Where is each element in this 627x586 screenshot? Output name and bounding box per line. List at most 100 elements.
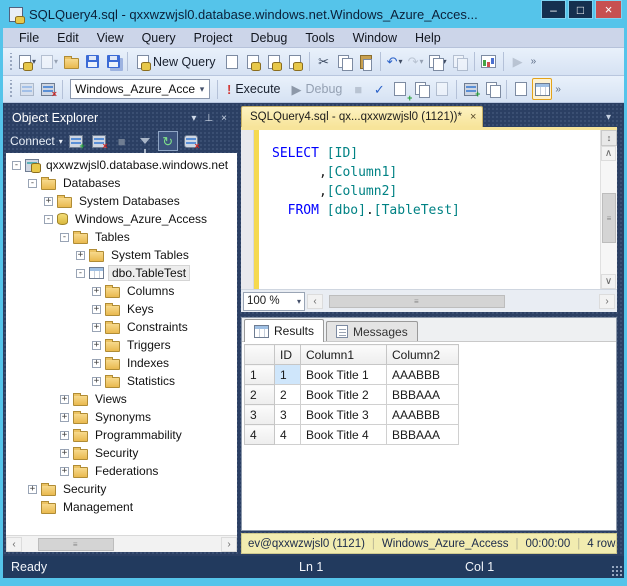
tree-item-label[interactable]: Triggers	[124, 338, 174, 352]
scroll-left-icon[interactable]: ‹	[6, 537, 22, 552]
zoom-combo[interactable]: 100 % ▾	[243, 292, 305, 311]
grid-cell[interactable]: Book Title 3	[301, 405, 387, 425]
grid-cell[interactable]: 1	[275, 365, 301, 385]
new-item-dropdown-button[interactable]: ▾	[39, 51, 60, 73]
tree-item-keys[interactable]: +Keys	[8, 300, 237, 318]
navigate-forward-button[interactable]	[450, 51, 470, 73]
query-options-button[interactable]	[411, 78, 431, 100]
tree-item-statistics[interactable]: +Statistics	[8, 372, 237, 390]
tree-item-databases[interactable]: -Databases	[8, 174, 237, 192]
tree-item-label[interactable]: qxxwzwjsl0.database.windows.net	[43, 158, 231, 172]
tree-item-label[interactable]: System Tables	[108, 248, 192, 262]
collapse-icon[interactable]: -	[12, 161, 21, 170]
maximize-button[interactable]: □	[568, 0, 593, 19]
grid-cell[interactable]: AAABBB	[387, 405, 459, 425]
oe-disconnect-button[interactable]: ×	[89, 131, 109, 151]
query-document-tab[interactable]: SQLQuery4.sql - qx...qxxwzwjsl0 (1121))*…	[241, 106, 483, 127]
close-button[interactable]: ×	[595, 0, 622, 19]
menu-view[interactable]: View	[89, 29, 132, 47]
tree-item-label[interactable]: Columns	[124, 284, 177, 298]
include-actual-plan-button[interactable]	[482, 78, 502, 100]
splitter-handle-icon[interactable]: ↕	[601, 130, 617, 146]
copy-button[interactable]	[335, 51, 355, 73]
grid-cell[interactable]: 2	[275, 385, 301, 405]
toolbar-grip-2[interactable]	[8, 80, 13, 98]
save-button[interactable]	[82, 51, 102, 73]
collapse-icon[interactable]: -	[44, 215, 53, 224]
collapse-icon[interactable]: -	[76, 269, 85, 278]
mdx-query-button[interactable]	[243, 51, 263, 73]
toolbar2-overflow-button[interactable]: »	[553, 84, 562, 95]
execute-button[interactable]: ! Execute	[222, 78, 286, 100]
menu-query[interactable]: Query	[134, 29, 184, 47]
grid-column-header-id[interactable]: ID	[275, 345, 301, 365]
tree-item-tables[interactable]: -Tables	[8, 228, 237, 246]
editor-vscroll-thumb[interactable]: ≡	[602, 193, 616, 244]
tree-item-label[interactable]: Views	[92, 392, 130, 406]
start-play-button[interactable]: ▶	[508, 51, 528, 73]
menu-file[interactable]: File	[11, 29, 47, 47]
collapse-icon[interactable]: -	[28, 179, 37, 188]
expand-icon[interactable]: +	[92, 287, 101, 296]
code-line[interactable]: FROM [dbo].[TableTest]	[272, 201, 600, 220]
tree-item-label[interactable]: Synonyms	[92, 410, 154, 424]
scroll-up-icon[interactable]: ∧	[601, 146, 616, 161]
available-databases-combo[interactable]: Windows_Azure_Access ▾	[70, 79, 210, 99]
expand-icon[interactable]: +	[92, 323, 101, 332]
grid-cell[interactable]: Book Title 1	[301, 365, 387, 385]
tree-item-dbo-tabletest[interactable]: - dbo.TableTest	[8, 264, 237, 282]
oe-stop-button[interactable]: ■	[112, 131, 132, 151]
tree-item-security[interactable]: +Security	[8, 480, 237, 498]
grid-cell[interactable]: BBBAAA	[387, 425, 459, 445]
tab-results[interactable]: Results	[244, 319, 324, 342]
new-query-button[interactable]: New Query	[132, 51, 221, 73]
expand-icon[interactable]: +	[76, 251, 85, 260]
xmla-query-button[interactable]	[285, 51, 305, 73]
tree-item-label[interactable]: dbo.TableTest	[108, 265, 190, 281]
menu-edit[interactable]: Edit	[49, 29, 87, 47]
paste-button[interactable]	[356, 51, 376, 73]
debug-button[interactable]: ▶ Debug	[287, 78, 348, 100]
results-to-text-button[interactable]	[511, 78, 531, 100]
panel-menu-icon[interactable]: ▾	[187, 113, 200, 124]
scroll-down-icon[interactable]: ∨	[601, 274, 616, 289]
database-engine-query-button[interactable]	[222, 51, 242, 73]
tree-item-system-databases[interactable]: +System Databases	[8, 192, 237, 210]
editor-horizontal-scrollbar[interactable]: ‹ ≡ ›	[307, 292, 615, 311]
oe-connect-button[interactable]: Connect▾	[10, 134, 63, 148]
dmx-query-button[interactable]	[264, 51, 284, 73]
oe-connect-server-button[interactable]: +	[66, 131, 86, 151]
cut-button[interactable]: ✂	[314, 51, 334, 73]
tree-item-label[interactable]: Indexes	[124, 356, 172, 370]
tab-messages[interactable]: Messages	[326, 321, 418, 341]
sql-code[interactable]: SELECT [ID] ,[Column1] ,[Column2] FROM […	[259, 130, 600, 289]
hscroll-left-icon[interactable]: ‹	[307, 294, 323, 309]
oe-horizontal-scrollbar[interactable]: ‹ ≡ ›	[6, 535, 237, 552]
tree-item-label[interactable]: System Databases	[76, 194, 183, 208]
hscroll-right-icon[interactable]: ›	[599, 294, 615, 309]
open-file-button[interactable]	[61, 51, 81, 73]
menu-tools[interactable]: Tools	[297, 29, 342, 47]
tree-item-indexes[interactable]: +Indexes	[8, 354, 237, 372]
tree-item-management[interactable]: Management	[8, 498, 237, 516]
toolbar-grip[interactable]	[8, 53, 13, 71]
tree-item-programmability[interactable]: +Programmability	[8, 426, 237, 444]
intellisense-button[interactable]	[432, 78, 452, 100]
parse-button[interactable]: ✓	[369, 78, 389, 100]
tree-item-label[interactable]: Security	[60, 482, 109, 496]
sql-editor[interactable]: SELECT [ID] ,[Column1] ,[Column2] FROM […	[241, 127, 617, 289]
collapse-icon[interactable]: -	[60, 233, 69, 242]
menu-help[interactable]: Help	[407, 29, 449, 47]
expand-icon[interactable]: +	[60, 395, 69, 404]
expand-icon[interactable]: +	[60, 413, 69, 422]
grid-row-header[interactable]: 2	[245, 385, 275, 405]
tree-item-columns[interactable]: + Columns	[8, 282, 237, 300]
new-query-dropdown-button[interactable]: ▾	[17, 51, 38, 73]
scroll-right-icon[interactable]: ›	[221, 537, 237, 552]
refresh-button[interactable]: ↻	[158, 131, 178, 151]
tree-item-label[interactable]: Constraints	[124, 320, 191, 334]
tree-item-synonyms[interactable]: + Synonyms	[8, 408, 237, 426]
stop-button[interactable]: ■	[348, 78, 368, 100]
expand-icon[interactable]: +	[60, 467, 69, 476]
grid-cell[interactable]: Book Title 2	[301, 385, 387, 405]
